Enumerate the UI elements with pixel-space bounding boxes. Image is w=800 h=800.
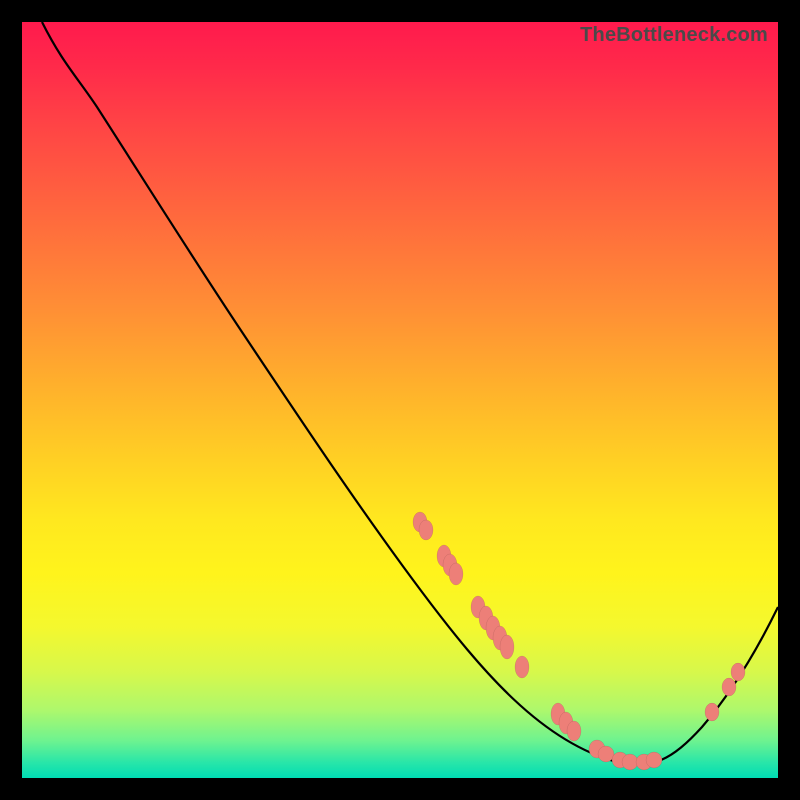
plot-svg — [22, 22, 778, 778]
data-marker — [705, 703, 719, 721]
data-marker — [622, 754, 638, 770]
bottleneck-curve — [42, 22, 778, 765]
data-marker — [598, 746, 614, 762]
data-marker — [515, 656, 529, 678]
markers-group — [413, 512, 745, 770]
watermark-text: TheBottleneck.com — [580, 24, 768, 47]
data-marker — [722, 678, 736, 696]
data-marker — [419, 520, 433, 540]
data-marker — [449, 563, 463, 585]
data-marker — [731, 663, 745, 681]
data-marker — [567, 721, 581, 741]
data-marker — [646, 752, 662, 768]
data-marker — [500, 635, 514, 659]
chart-area: TheBottleneck.com — [22, 22, 778, 778]
